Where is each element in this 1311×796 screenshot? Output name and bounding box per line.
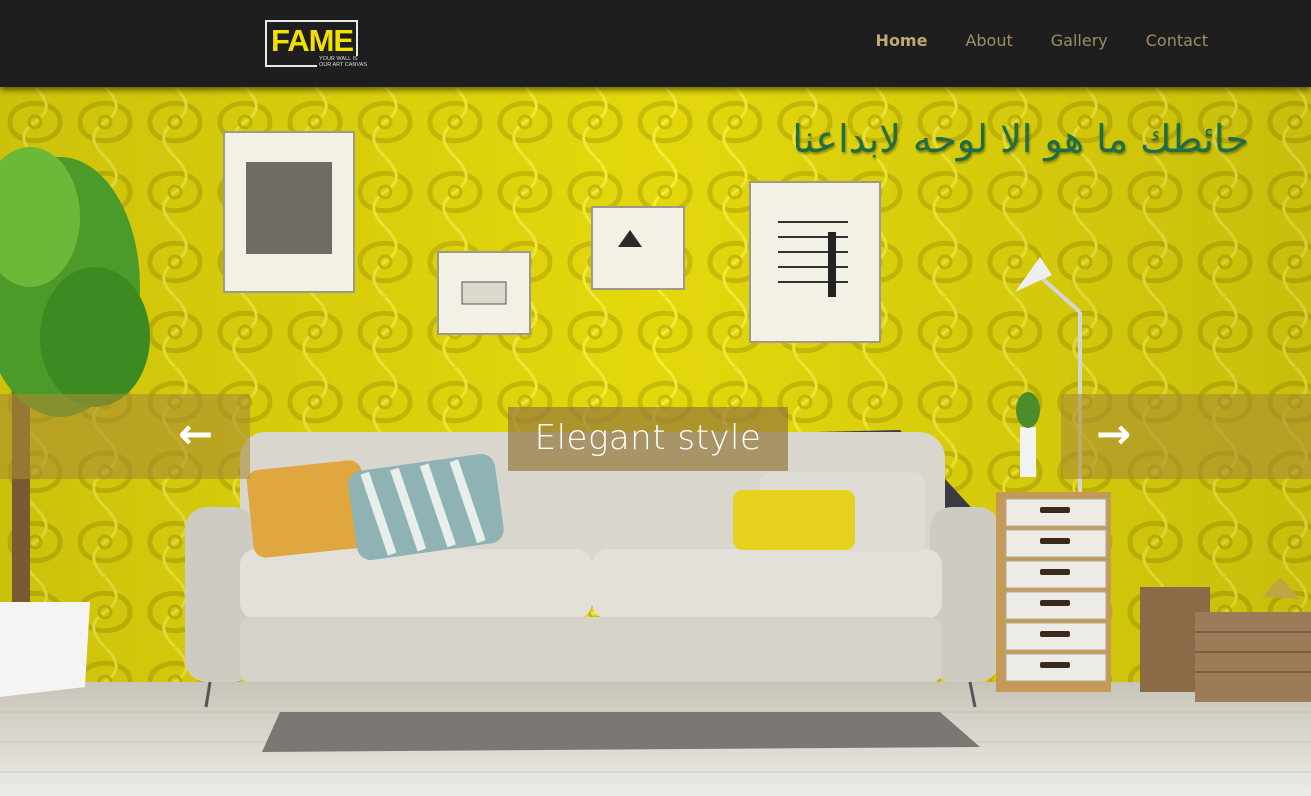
nav-item-home[interactable]: Home: [876, 29, 928, 53]
nav-item-gallery[interactable]: Gallery: [1051, 29, 1108, 53]
nav-item-contact[interactable]: Contact: [1146, 29, 1208, 53]
arrow-right-icon: →: [1096, 409, 1132, 458]
slider-next-button[interactable]: →: [1061, 394, 1311, 479]
slide-caption-text: Elegant style: [534, 418, 762, 458]
slide-caption: Elegant style: [508, 407, 788, 471]
slider-prev-button[interactable]: ←: [0, 394, 250, 479]
main-nav: Home About Gallery Contact: [838, 29, 1208, 53]
arrow-left-icon: ←: [178, 409, 214, 458]
hero-slider: حائطك ما هو الا لوحه لابداعنا ← Elegant …: [0, 87, 1311, 796]
brand-logo[interactable]: FAME YOUR WALL IS OUR ART CANVAS: [265, 20, 367, 71]
nav-item-about[interactable]: About: [965, 29, 1012, 53]
logo-text: FAME: [271, 23, 354, 58]
navbar: FAME YOUR WALL IS OUR ART CANVAS Home Ab…: [0, 0, 1311, 87]
hero-arabic-headline: حائطك ما هو الا لوحه لابداعنا: [792, 117, 1249, 161]
logo-tagline: YOUR WALL IS OUR ART CANVAS: [317, 56, 367, 68]
